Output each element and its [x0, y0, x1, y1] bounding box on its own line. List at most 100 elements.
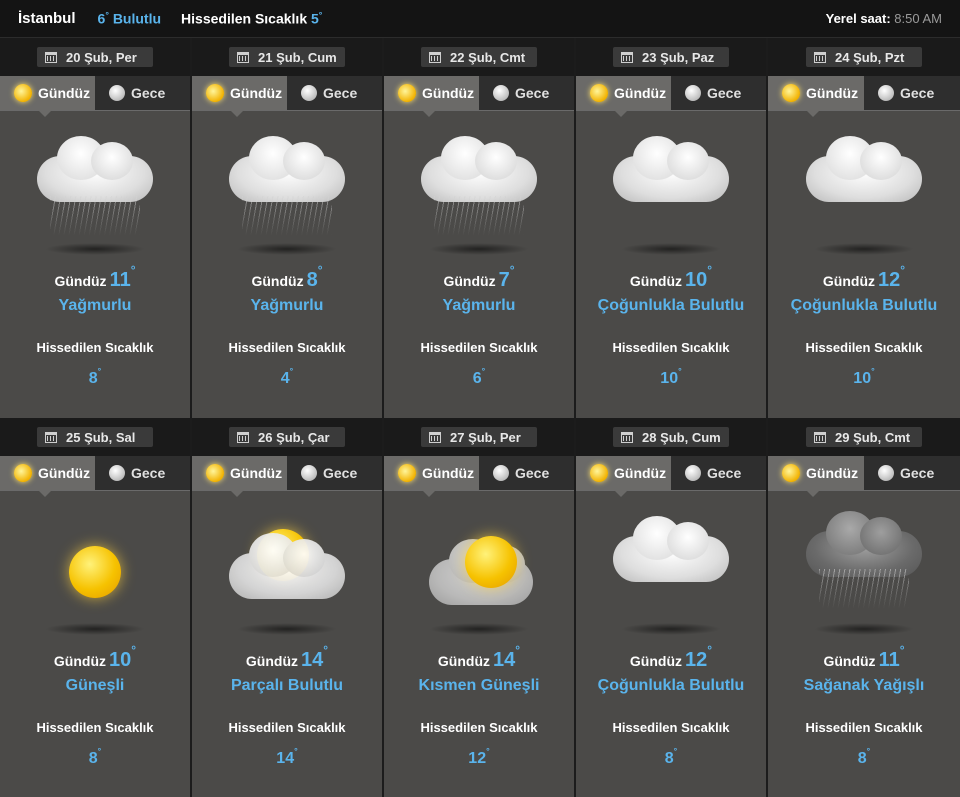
date-pill: 21 Şub, Cum [229, 47, 345, 67]
feels-label: Hissedilen Sıcaklık [228, 720, 346, 735]
day-prefix: Gündüz [823, 653, 876, 669]
day-temp-line: Gündüz 8° [192, 263, 382, 292]
feels-value: 4 [280, 370, 290, 387]
current-feels: Hissedilen Sıcaklık 5° [181, 10, 322, 27]
tab-night[interactable]: Gece [671, 456, 766, 490]
rain-cloud-icon [384, 111, 574, 261]
day-night-tabs: Gündüz Gece [576, 456, 766, 497]
tab-day-label: Gündüz [614, 85, 667, 101]
date-header: 25 Şub, Sal [0, 418, 190, 456]
sun-icon [14, 464, 32, 482]
current-weather: 6° Bulutlu [98, 10, 162, 27]
date-pill: 27 Şub, Per [421, 427, 537, 447]
tab-night[interactable]: Gece [287, 456, 382, 490]
tab-day[interactable]: Gündüz [0, 456, 95, 497]
tab-night-label: Gece [323, 465, 358, 481]
degree-symbol: ° [515, 643, 521, 657]
tab-day[interactable]: Gündüz [576, 76, 671, 117]
day-temp: 12 [878, 269, 901, 291]
date-pill: 25 Şub, Sal [37, 427, 153, 447]
day-prefix: Gündüz [822, 273, 876, 289]
feels-label: Hissedilen Sıcaklık [612, 340, 730, 355]
shower-cloud-icon [768, 491, 960, 641]
day-temp-line: Gündüz 7° [384, 263, 574, 292]
calendar-icon [429, 431, 441, 443]
feels-value-line: 14° [192, 746, 382, 768]
tab-day-label: Gündüz [422, 465, 475, 481]
forecast-day-card: 28 Şub, Cum Gündüz Gece Gündüz 12° Çoğunl… [576, 418, 768, 797]
feels-label: Hissedilen Sıcaklık [420, 720, 538, 735]
tab-night-label: Gece [131, 85, 166, 101]
feels-label: Hissedilen Sıcaklık [228, 340, 346, 355]
feels-value: 8 [88, 370, 98, 387]
degree-symbol: ° [678, 366, 682, 376]
day-temp-line: Gündüz 14° [384, 643, 574, 672]
moon-icon [109, 465, 125, 481]
tab-night[interactable]: Gece [864, 456, 960, 490]
calendar-icon [621, 51, 633, 63]
day-temp: 7 [498, 269, 510, 291]
partly-sunny-icon [384, 491, 574, 641]
sun-icon [590, 84, 608, 102]
date-label: 21 Şub, Cum [258, 49, 337, 65]
tab-night[interactable]: Gece [287, 76, 382, 110]
feels-label: Hissedilen Sıcaklık [420, 340, 538, 355]
tab-day[interactable]: Gündüz [192, 76, 287, 117]
degree-symbol: ° [97, 366, 102, 376]
local-time: Yerel saat: 8:50 AM [826, 11, 942, 26]
tab-day[interactable]: Gündüz [192, 456, 287, 497]
degree-symbol: ° [486, 746, 490, 756]
forecast-day-card: 29 Şub, Cmt Gündüz Gece Gündüz 11° Sağana… [768, 418, 960, 797]
feels-label: Hissedilen Sıcaklık [36, 340, 154, 355]
degree-symbol: ° [673, 746, 678, 756]
tab-day[interactable]: Gündüz [768, 456, 864, 497]
tab-day-label: Gündüz [38, 465, 91, 481]
day-night-tabs: Gündüz Gece [192, 456, 382, 497]
calendar-icon [621, 431, 633, 443]
date-pill: 26 Şub, Çar [229, 427, 345, 447]
date-header: 23 Şub, Paz [576, 38, 766, 76]
date-pill: 22 Şub, Cmt [421, 47, 537, 67]
forecast-day-card: 25 Şub, Sal Gündüz Gece Gündüz 10° Güneşl… [0, 418, 192, 797]
date-header: 26 Şub, Çar [192, 418, 382, 456]
tab-night[interactable]: Gece [95, 456, 190, 490]
tab-night[interactable]: Gece [864, 76, 960, 110]
sun-icon [206, 84, 224, 102]
feels-value-line: 8° [0, 746, 190, 768]
calendar-icon [429, 51, 441, 63]
tab-day-label: Gündüz [806, 465, 859, 481]
sun-icon [398, 464, 416, 482]
sun-icon [0, 491, 190, 641]
date-label: 26 Şub, Çar [258, 429, 330, 445]
day-temp-line: Gündüz 12° [576, 643, 766, 672]
city-name: İstanbul [18, 10, 76, 27]
moon-icon [493, 85, 509, 101]
day-night-tabs: Gündüz Gece [768, 76, 960, 117]
condition-text: Yağmurlu [442, 297, 516, 314]
tab-day[interactable]: Gündüz [768, 76, 864, 117]
tab-night[interactable]: Gece [671, 76, 766, 110]
cloud-icon [576, 491, 766, 641]
forecast-grid: 20 Şub, Per Gündüz Gece Gündüz 11° Yağmur… [0, 38, 960, 797]
tab-day[interactable]: Gündüz [0, 76, 95, 117]
tab-night-label: Gece [515, 465, 550, 481]
degree-symbol: ° [289, 366, 294, 376]
degree-symbol: ° [105, 10, 109, 21]
tab-night[interactable]: Gece [479, 76, 574, 110]
condition-text: Çoğunlukla Bulutlu [597, 297, 745, 314]
feels-value-line: 4° [192, 366, 382, 388]
date-pill: 29 Şub, Cmt [806, 427, 922, 447]
tab-day[interactable]: Gündüz [384, 456, 479, 497]
day-prefix: Gündüz [251, 273, 304, 289]
feels-value: 10 [660, 370, 679, 387]
tab-day[interactable]: Gündüz [384, 76, 479, 117]
tab-night[interactable]: Gece [95, 76, 190, 110]
degree-symbol: ° [899, 643, 905, 657]
tab-night[interactable]: Gece [479, 456, 574, 490]
day-night-tabs: Gündüz Gece [0, 76, 190, 117]
calendar-icon [45, 51, 57, 63]
day-prefix: Gündüz [53, 653, 107, 669]
tab-day[interactable]: Gündüz [576, 456, 671, 497]
partly-cloudy-icon [192, 491, 382, 641]
calendar-icon [814, 51, 826, 63]
